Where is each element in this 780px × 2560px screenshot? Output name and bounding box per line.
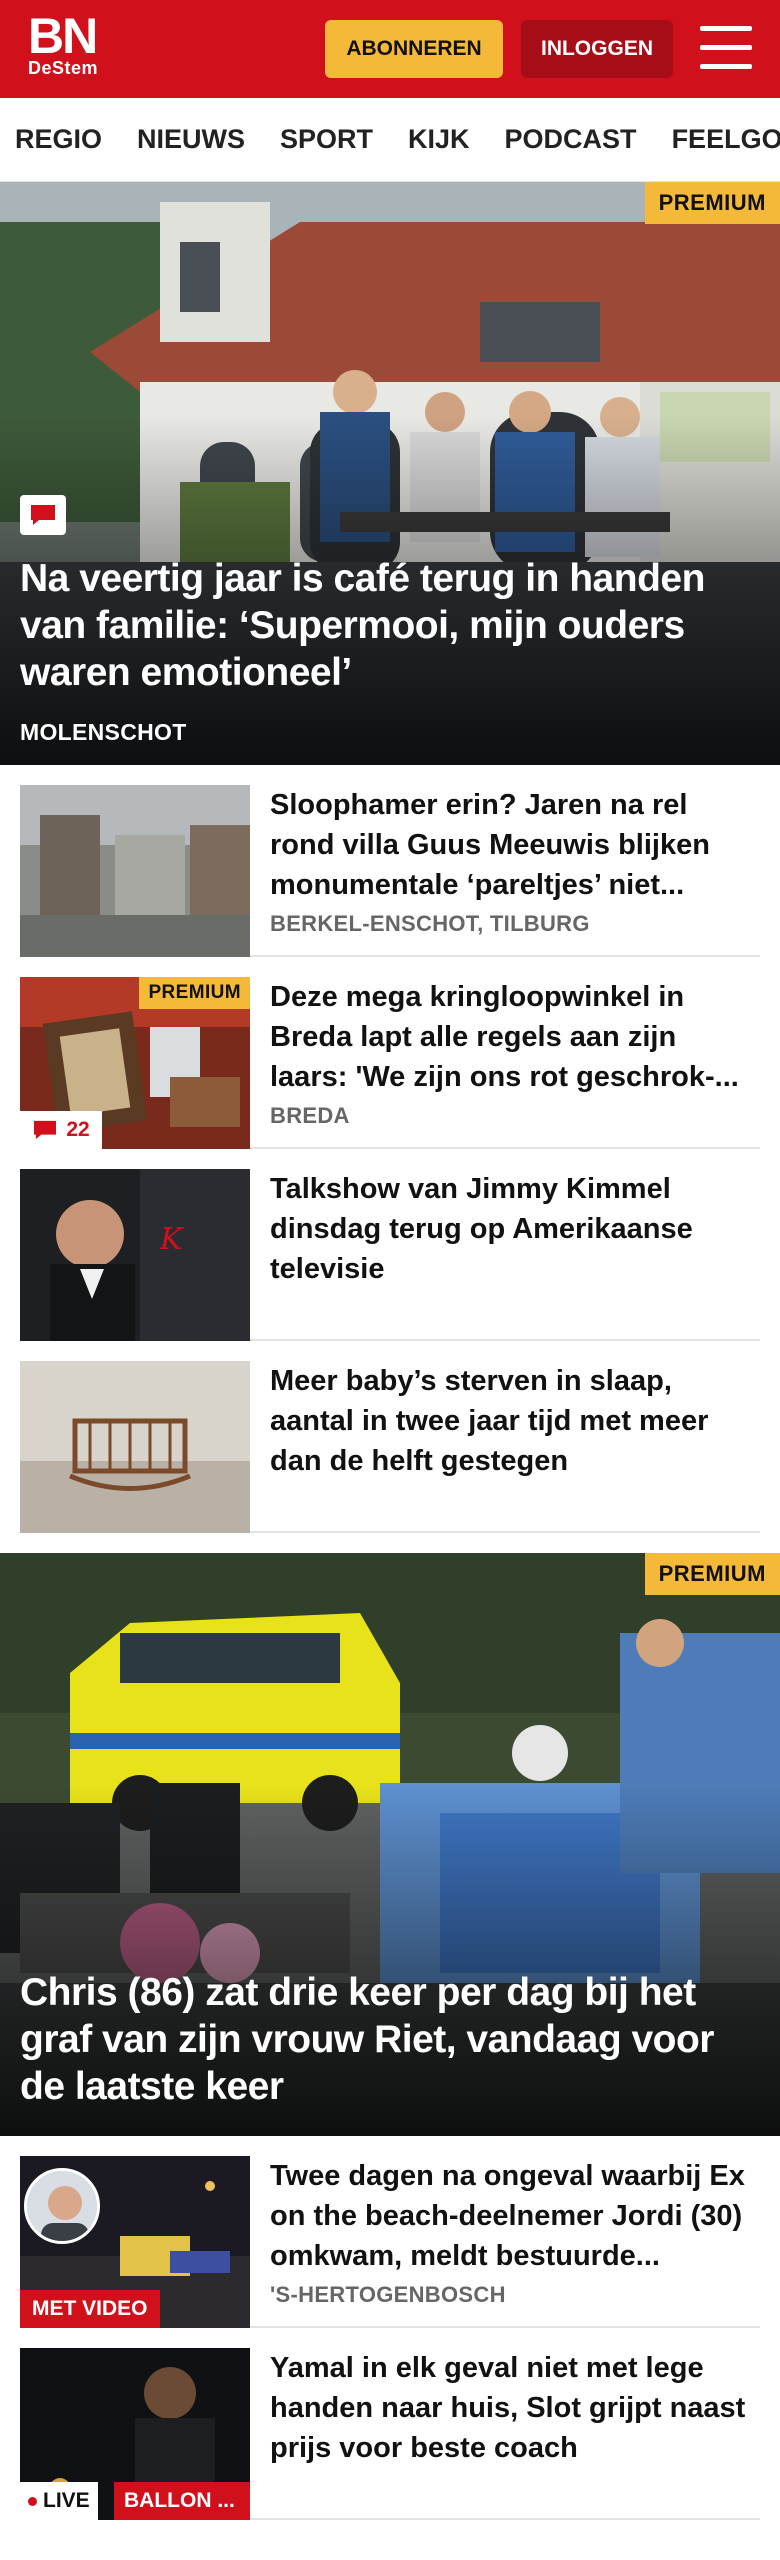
item-title[interactable]: Meer baby’s sterven in slaap, aantal in … — [270, 1361, 750, 1481]
item-title[interactable]: Sloophamer erin? Jaren na rel rond villa… — [270, 785, 750, 905]
hero-article-cafe[interactable]: PREMIUM Na veertig jaar is café terug in… — [0, 182, 780, 765]
logo-main-text: BN — [28, 8, 98, 64]
premium-badge: PREMIUM — [644, 182, 780, 224]
premium-badge: PREMIUM — [139, 977, 250, 1009]
top-bar: BN DeStem ABONNEREN INLOGGEN — [0, 0, 780, 98]
nav-item-regio[interactable]: REGIO — [0, 124, 122, 155]
list-item[interactable]: Sloophamer erin? Jaren na rel rond villa… — [20, 785, 760, 957]
item-location: 'S-HERTOGENBOSCH — [270, 2282, 506, 2307]
section-nav: REGIO NIEUWS SPORT KIJK PODCAST FEELGOOD… — [0, 98, 780, 182]
logo-sub-text: DeStem — [28, 58, 99, 78]
nav-item-kijk[interactable]: KIJK — [393, 124, 490, 155]
comment-icon — [20, 495, 66, 535]
live-badge: LIVE — [20, 2482, 98, 2520]
thumbnail-villa — [20, 785, 250, 957]
list-item[interactable]: MET VIDEO Twee dagen na ongeval waarbij … — [20, 2156, 760, 2328]
thumbnail-yamal: LIVE BALLON ... — [20, 2348, 250, 2520]
thumbnail-accident: MET VIDEO — [20, 2156, 250, 2328]
item-title[interactable]: Twee dagen na ongeval waarbij Ex on the … — [270, 2156, 750, 2276]
premium-badge: PREMIUM — [644, 1553, 780, 1595]
live-dot-icon — [28, 2496, 37, 2506]
site-logo[interactable]: BN DeStem — [28, 8, 99, 78]
item-title[interactable]: Yamal in elk geval niet met lege handen … — [270, 2348, 750, 2468]
nav-item-sport[interactable]: SPORT — [265, 124, 393, 155]
live-label: LIVE — [43, 2489, 90, 2512]
comment-count-value: 22 — [66, 1118, 90, 1141]
comment-icon — [34, 1120, 57, 1140]
item-title[interactable]: Deze mega kringloopwinkel in Breda lapt … — [270, 977, 750, 1097]
video-badge: MET VIDEO — [20, 2290, 160, 2328]
hero-title[interactable]: Chris (86) zat drie keer per dag bij het… — [20, 1969, 760, 2110]
item-location: BREDA — [270, 1103, 350, 1128]
subscribe-button[interactable]: ABONNEREN — [325, 20, 503, 78]
nav-item-podcast[interactable]: PODCAST — [490, 124, 657, 155]
list-item[interactable]: K Talkshow van Jimmy Kimmel dinsdag teru… — [20, 1169, 760, 1341]
svg-text:K: K — [159, 1222, 184, 1257]
nav-item-feelgood[interactable]: FEELGOOD — [657, 124, 780, 155]
avatar — [24, 2168, 100, 2244]
menu-icon[interactable] — [700, 26, 752, 70]
item-title[interactable]: Talkshow van Jimmy Kimmel dinsdag terug … — [270, 1169, 750, 1289]
list-item[interactable]: Meer baby’s sterven in slaap, aantal in … — [20, 1361, 760, 1533]
topic-badge: BALLON ... — [114, 2482, 250, 2520]
comment-count[interactable]: 22 — [20, 1111, 102, 1149]
hero-title[interactable]: Na veertig jaar is café terug in handen … — [20, 555, 760, 696]
login-button[interactable]: INLOGGEN — [521, 20, 673, 78]
hero-article-chris[interactable]: PREMIUM Chris (86) zat drie keer per dag… — [0, 1553, 780, 2136]
item-location: BERKEL-ENSCHOT, TILBURG — [270, 911, 590, 936]
list-item[interactable]: LIVE BALLON ... Yamal in elk geval niet … — [20, 2348, 760, 2520]
thumbnail-kringloop: PREMIUM 22 — [20, 977, 250, 1149]
thumbnail-kimmel: K — [20, 1169, 250, 1341]
list-item[interactable]: PREMIUM 22 Deze mega kringloopwinkel in … — [20, 977, 760, 1149]
thumbnail-cradle — [20, 1361, 250, 1533]
hero-location: MOLENSCHOT — [20, 719, 187, 745]
nav-item-nieuws[interactable]: NIEUWS — [122, 124, 265, 155]
